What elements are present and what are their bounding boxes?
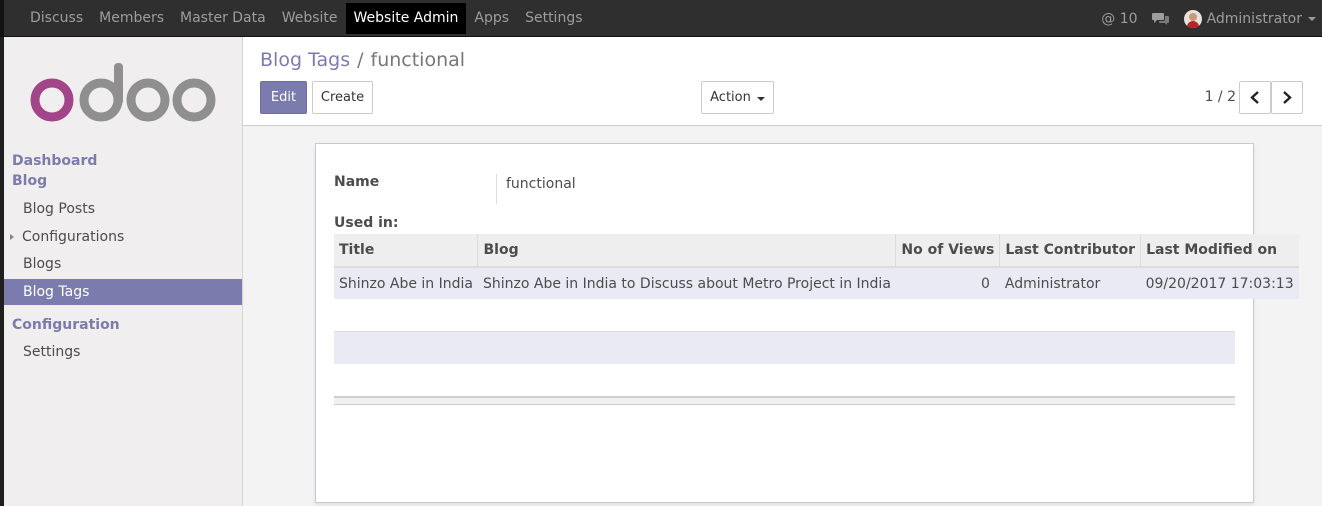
sidebar-item-configurations[interactable]: Configurations	[4, 224, 242, 250]
main-menu: Discuss Members Master Data Website Webs…	[22, 0, 591, 37]
odoo-logo	[30, 63, 216, 122]
name-label: Name	[334, 174, 380, 190]
column-contributor[interactable]: Last Contributor	[999, 234, 1142, 268]
chevron-down-icon	[1308, 16, 1316, 21]
table-row[interactable]: Shinzo Abe in India Shinzo Abe in India …	[334, 267, 1299, 299]
control-panel: Blog Tags / functional Edit Create Actio…	[243, 37, 1322, 126]
top-navbar: Discuss Members Master Data Website Webs…	[0, 0, 1322, 37]
sidebar-item-label: Blogs	[23, 256, 62, 272]
breadcrumb-separator: /	[357, 49, 364, 71]
menu-website-admin[interactable]: Website Admin	[345, 3, 467, 34]
user-name: Administrator	[1206, 10, 1302, 27]
chat-bubbles-icon[interactable]	[1151, 12, 1170, 26]
sidebar-item-settings[interactable]: Settings	[4, 339, 242, 365]
cell-modified: 09/20/2017 17:03:13	[1140, 267, 1299, 299]
user-menu[interactable]: Administrator	[1183, 9, 1316, 28]
name-field: functional	[496, 174, 576, 204]
pager-value[interactable]: 1 / 2	[1205, 89, 1236, 105]
sidebar-item-blogs[interactable]: Blogs	[4, 251, 242, 277]
chevron-down-icon	[756, 97, 765, 101]
sidebar-item-blog-posts[interactable]: Blog Posts	[4, 196, 242, 222]
used-in-table: Title Blog No of Views Last Contributor …	[334, 234, 1299, 299]
caret-right-icon	[10, 234, 14, 240]
cell-views: 0	[895, 267, 1000, 299]
table-empty-row	[334, 331, 1235, 364]
sidebar-item-blog-tags[interactable]: Blog Tags	[4, 279, 242, 305]
menu-master-data[interactable]: Master Data	[172, 0, 274, 37]
column-title[interactable]: Title	[334, 234, 479, 268]
sidebar-item-label: Blog Tags	[23, 284, 90, 300]
sidebar-section-configuration[interactable]: Configuration	[12, 317, 120, 333]
breadcrumb-current: functional	[370, 49, 466, 71]
table-footer	[334, 396, 1235, 405]
cell-title: Shinzo Abe in India	[334, 267, 478, 299]
sidebar-section-blog[interactable]: Blog	[12, 173, 47, 189]
used-in-label: Used in:	[334, 215, 399, 231]
form-sheet: Name functional Used in: Title Blog No o…	[315, 143, 1299, 503]
navbar-right: @ 10 Administrator	[1087, 0, 1316, 37]
chat-bubbles-icon-svg	[1151, 12, 1169, 25]
sidebar-section-dashboard[interactable]: Dashboard	[12, 153, 97, 169]
action-dropdown[interactable]: Action	[701, 81, 774, 114]
create-button[interactable]: Create	[312, 81, 373, 114]
chevron-left-icon	[1250, 91, 1259, 104]
pager-next-button[interactable]	[1271, 81, 1303, 114]
menu-apps[interactable]: Apps	[466, 0, 517, 37]
sidebar-item-label: Configurations	[22, 229, 125, 245]
cell-blog: Shinzo Abe in India to Discuss about Met…	[477, 267, 896, 299]
form-view: Name functional Used in: Title Blog No o…	[243, 126, 1322, 506]
sidebar: Dashboard Blog Blog Posts Configurations…	[0, 37, 243, 506]
menu-discuss[interactable]: Discuss	[22, 0, 91, 37]
pager-previous-button[interactable]	[1239, 81, 1271, 114]
chevron-right-icon	[1283, 91, 1292, 104]
breadcrumb-parent[interactable]: Blog Tags	[260, 49, 350, 71]
column-views[interactable]: No of Views	[895, 234, 1001, 268]
avatar	[1183, 9, 1202, 28]
table-header: Title Blog No of Views Last Contributor …	[334, 234, 1299, 268]
sidebar-item-label: Blog Posts	[23, 201, 95, 217]
column-blog[interactable]: Blog	[477, 234, 897, 268]
menu-website[interactable]: Website	[274, 0, 346, 37]
column-modified[interactable]: Last Modified on	[1140, 234, 1299, 268]
breadcrumb: Blog Tags / functional	[260, 49, 465, 71]
menu-settings[interactable]: Settings	[517, 0, 590, 37]
menu-members[interactable]: Members	[91, 0, 172, 37]
sidebar-item-label: Settings	[23, 344, 81, 360]
cell-contributor: Administrator	[999, 267, 1141, 299]
mentions-counter[interactable]: @ 10	[1101, 11, 1137, 27]
edit-button[interactable]: Edit	[260, 81, 307, 114]
action-label: Action	[710, 90, 751, 105]
